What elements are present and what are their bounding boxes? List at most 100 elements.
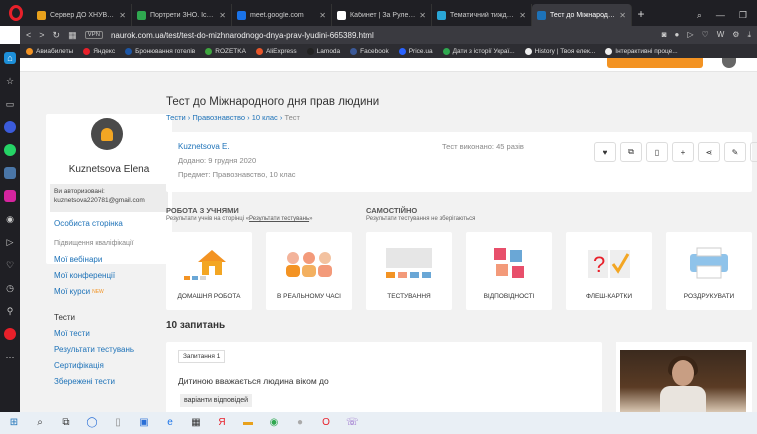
close-icon[interactable]: ✕ <box>219 11 226 20</box>
bookmark[interactable]: AliExpress <box>255 47 297 55</box>
extension-icon[interactable] <box>4 328 16 340</box>
edit-app-icon[interactable]: ▣ <box>138 417 150 429</box>
player-icon[interactable]: ◉ <box>4 213 16 225</box>
speed-dial-icon[interactable]: ☆ <box>4 75 16 87</box>
favorite-heart-icon[interactable]: ♥ <box>594 142 616 162</box>
breadcrumb-link[interactable]: Правознавство <box>192 113 245 122</box>
app-icon[interactable]: ● <box>294 417 306 429</box>
viber-icon[interactable]: ☏ <box>346 417 359 429</box>
avatar[interactable] <box>722 58 736 68</box>
windows-start-icon[interactable]: ⊞ <box>8 417 20 429</box>
download-icon[interactable]: ⤓ <box>747 30 751 40</box>
bookmark[interactable]: History | Твоя елек... <box>524 47 595 55</box>
copy-icon[interactable]: ⧉ <box>620 142 642 162</box>
send-icon[interactable]: ▷ <box>4 236 16 248</box>
search-icon[interactable]: ⌕ <box>34 417 46 429</box>
forward-icon[interactable]: > <box>39 30 44 40</box>
camera-icon[interactable]: ◙ <box>662 30 667 40</box>
wallet-icon[interactable]: W <box>717 30 725 40</box>
instagram-icon[interactable] <box>4 190 16 202</box>
location-icon[interactable]: ⚲ <box>4 305 16 317</box>
yandex-icon[interactable]: Я <box>216 417 228 429</box>
heart-icon[interactable]: ♡ <box>702 30 709 40</box>
vk-icon[interactable] <box>4 167 16 179</box>
browser-tab[interactable]: meet.google.com ✕ <box>232 4 332 26</box>
store-icon[interactable]: ▦ <box>190 417 202 429</box>
chrome-icon[interactable]: ◉ <box>268 417 280 429</box>
cortana-icon[interactable]: ◯ <box>86 417 98 429</box>
minimize-icon[interactable]: — <box>716 10 725 20</box>
vpn-badge[interactable]: VPN <box>84 31 103 39</box>
close-icon[interactable]: ✕ <box>519 11 526 20</box>
results-link[interactable]: Результати тестувань <box>249 216 309 222</box>
add-icon[interactable]: + <box>672 142 694 162</box>
mode-card-print[interactable]: РОЗДРУКУВАТИ <box>666 232 752 310</box>
bookmark[interactable]: Бронювання готелів <box>125 47 195 55</box>
close-icon[interactable]: ✕ <box>319 11 326 20</box>
home-icon[interactable]: ⌂ <box>4 52 16 64</box>
bookmark[interactable]: Інтерактивні проце... <box>605 47 678 55</box>
breadcrumb-link[interactable]: 10 клас <box>252 113 278 122</box>
close-icon[interactable]: ✕ <box>419 11 426 20</box>
opera-menu-icon[interactable] <box>0 0 32 26</box>
author-link[interactable]: Kuznetsova E. <box>178 142 230 151</box>
bookmark[interactable]: Lamoda <box>306 47 340 55</box>
settings-icon[interactable]: ⚙ <box>732 30 739 40</box>
bookmark[interactable]: Price.ua <box>398 47 433 55</box>
breadcrumb-link[interactable]: Тести <box>166 113 186 122</box>
new-tab-button[interactable]: + <box>632 4 650 26</box>
mode-card-matching[interactable]: ВІДПОВІДНОСТІ <box>466 232 552 310</box>
whatsapp-icon[interactable] <box>4 144 16 156</box>
browser-tab[interactable]: Тематичний тиждень п✕ <box>432 4 532 26</box>
mode-card-homework[interactable]: ДОМАШНЯ РОБОТА <box>166 232 252 310</box>
document-icon[interactable]: ▯ <box>646 142 668 162</box>
folder-icon[interactable]: ▬ <box>242 417 254 429</box>
back-icon[interactable]: < <box>26 30 31 40</box>
messenger-icon[interactable] <box>4 121 16 133</box>
browser-tab[interactable]: Портрети ЗНО. Історія ✕ <box>132 4 232 26</box>
bookmark[interactable]: Facebook <box>350 47 389 55</box>
menu-item-conferences[interactable]: Мої конференції <box>54 268 164 284</box>
close-icon[interactable]: ✕ <box>619 11 626 20</box>
more-icon[interactable]: ⋯ <box>4 351 16 363</box>
search-icon[interactable]: ⌕ <box>697 10 702 21</box>
opera-icon[interactable]: O <box>320 417 332 429</box>
page-content: Kuznetsova Elena Ви авторизовані: kuznets… <box>20 58 757 412</box>
share-icon[interactable]: ⋖ <box>698 142 720 162</box>
browser-tab[interactable]: Кабинет | За Рулем | Я✕ <box>332 4 432 26</box>
close-icon[interactable]: ✕ <box>119 11 126 20</box>
mode-card-testing[interactable]: ТЕСТУВАННЯ <box>366 232 452 310</box>
bookmark[interactable]: Яндекс <box>83 47 115 55</box>
heart-icon[interactable]: ♡ <box>4 259 16 271</box>
shield-icon[interactable]: ● <box>675 30 680 40</box>
edge-icon[interactable]: e <box>164 417 176 429</box>
menu-item-tests[interactable]: Тести <box>54 310 164 326</box>
browser-tab[interactable]: Сервер ДО ХНУВС (нав✕ <box>32 4 132 26</box>
delete-icon[interactable]: 🗑 <box>750 142 757 162</box>
task-view-icon[interactable]: ⧉ <box>60 417 72 429</box>
tablet-icon[interactable]: ▯ <box>112 417 124 429</box>
menu-item-certs[interactable]: Сертифікація <box>54 358 164 374</box>
video-overlay[interactable] <box>616 342 752 412</box>
personal-page-link[interactable]: Особиста сторінка <box>54 219 123 228</box>
browser-tab-active[interactable]: Тест до Міжнародного ✕ <box>532 4 632 26</box>
menu-item-saved[interactable]: Збережені тести <box>54 374 164 390</box>
maximize-icon[interactable]: ❐ <box>739 10 747 21</box>
news-icon[interactable]: ▭ <box>4 98 16 110</box>
bookmark[interactable]: Авиабилеты <box>26 47 73 55</box>
history-icon[interactable]: ◷ <box>4 282 16 294</box>
mode-card-flashcards[interactable]: ? ФЛЕШ-КАРТКИ <box>566 232 652 310</box>
send-icon[interactable]: ▷ <box>687 30 693 40</box>
menu-item-results[interactable]: Результати тестувань <box>54 342 164 358</box>
bookmark[interactable]: ROZETKA <box>205 47 246 55</box>
menu-item-webinars[interactable]: Мої вебінари <box>54 252 164 268</box>
edit-icon[interactable]: ✎ <box>724 142 746 162</box>
menu-item-courses[interactable]: Мої курси NEW <box>54 284 164 300</box>
reload-icon[interactable]: ↻ <box>53 30 61 41</box>
bookmark[interactable]: Дати з історії Украї... <box>442 47 515 55</box>
mode-card-realtime[interactable]: В РЕАЛЬНОМУ ЧАСІ <box>266 232 352 310</box>
url-field[interactable]: naurok.com.ua/test/test-do-mizhnarodnogo… <box>111 31 374 40</box>
header-cta-button[interactable] <box>607 58 703 68</box>
tabs-grid-icon[interactable]: ▦ <box>68 30 77 41</box>
menu-item-my-tests[interactable]: Мої тести <box>54 326 164 342</box>
